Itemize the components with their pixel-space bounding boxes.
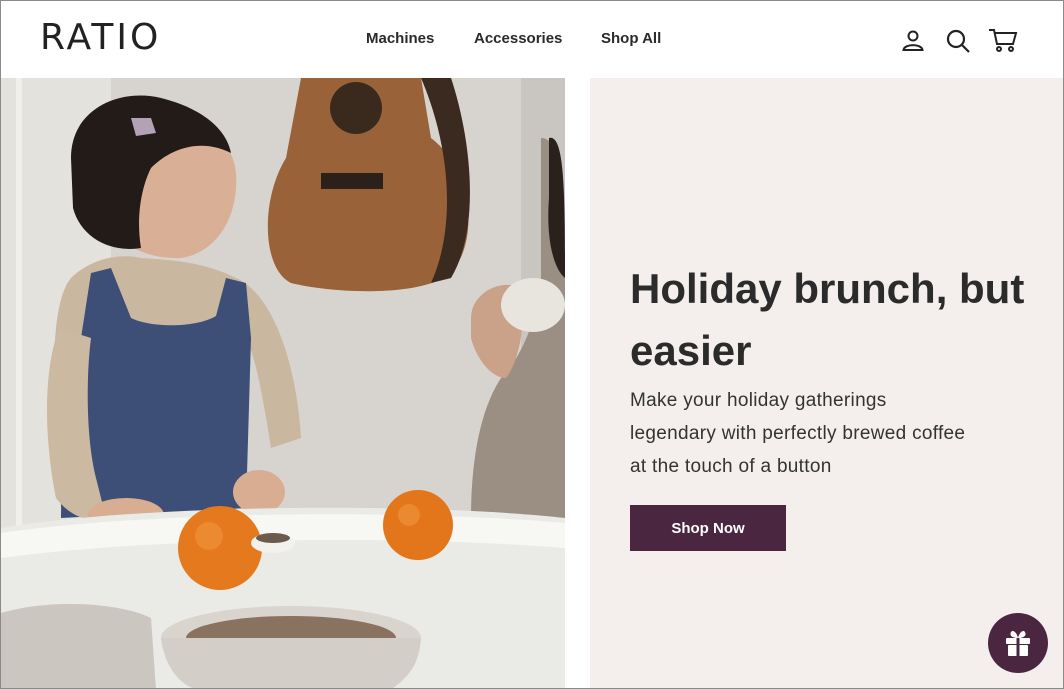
cart-icon[interactable] bbox=[988, 27, 1018, 53]
shop-now-button[interactable]: Shop Now bbox=[630, 505, 786, 551]
hero-divider bbox=[565, 78, 590, 688]
nav-item-shop-all[interactable]: Shop All bbox=[601, 30, 661, 47]
hero-subtext: Make your holiday gatherings legendary w… bbox=[630, 390, 966, 477]
hero-text-panel: Holiday brunch, but easier Make your hol… bbox=[590, 78, 1063, 688]
nav-item-machines[interactable]: Machines bbox=[366, 30, 434, 47]
gift-icon bbox=[1006, 630, 1030, 656]
hero-photo-illustration bbox=[1, 78, 565, 688]
account-icon[interactable] bbox=[901, 28, 925, 52]
gift-button[interactable] bbox=[988, 613, 1048, 673]
brand-logo[interactable]: RATIO bbox=[40, 17, 161, 58]
hero-headline: Holiday brunch, but easier bbox=[630, 265, 1025, 374]
page-frame: RATIO Machines Accessories Shop All Holi… bbox=[0, 0, 1064, 689]
search-icon[interactable] bbox=[945, 28, 971, 54]
hero-photo bbox=[1, 78, 565, 688]
nav-item-accessories[interactable]: Accessories bbox=[474, 30, 562, 47]
site-header: RATIO Machines Accessories Shop All bbox=[1, 1, 1063, 78]
